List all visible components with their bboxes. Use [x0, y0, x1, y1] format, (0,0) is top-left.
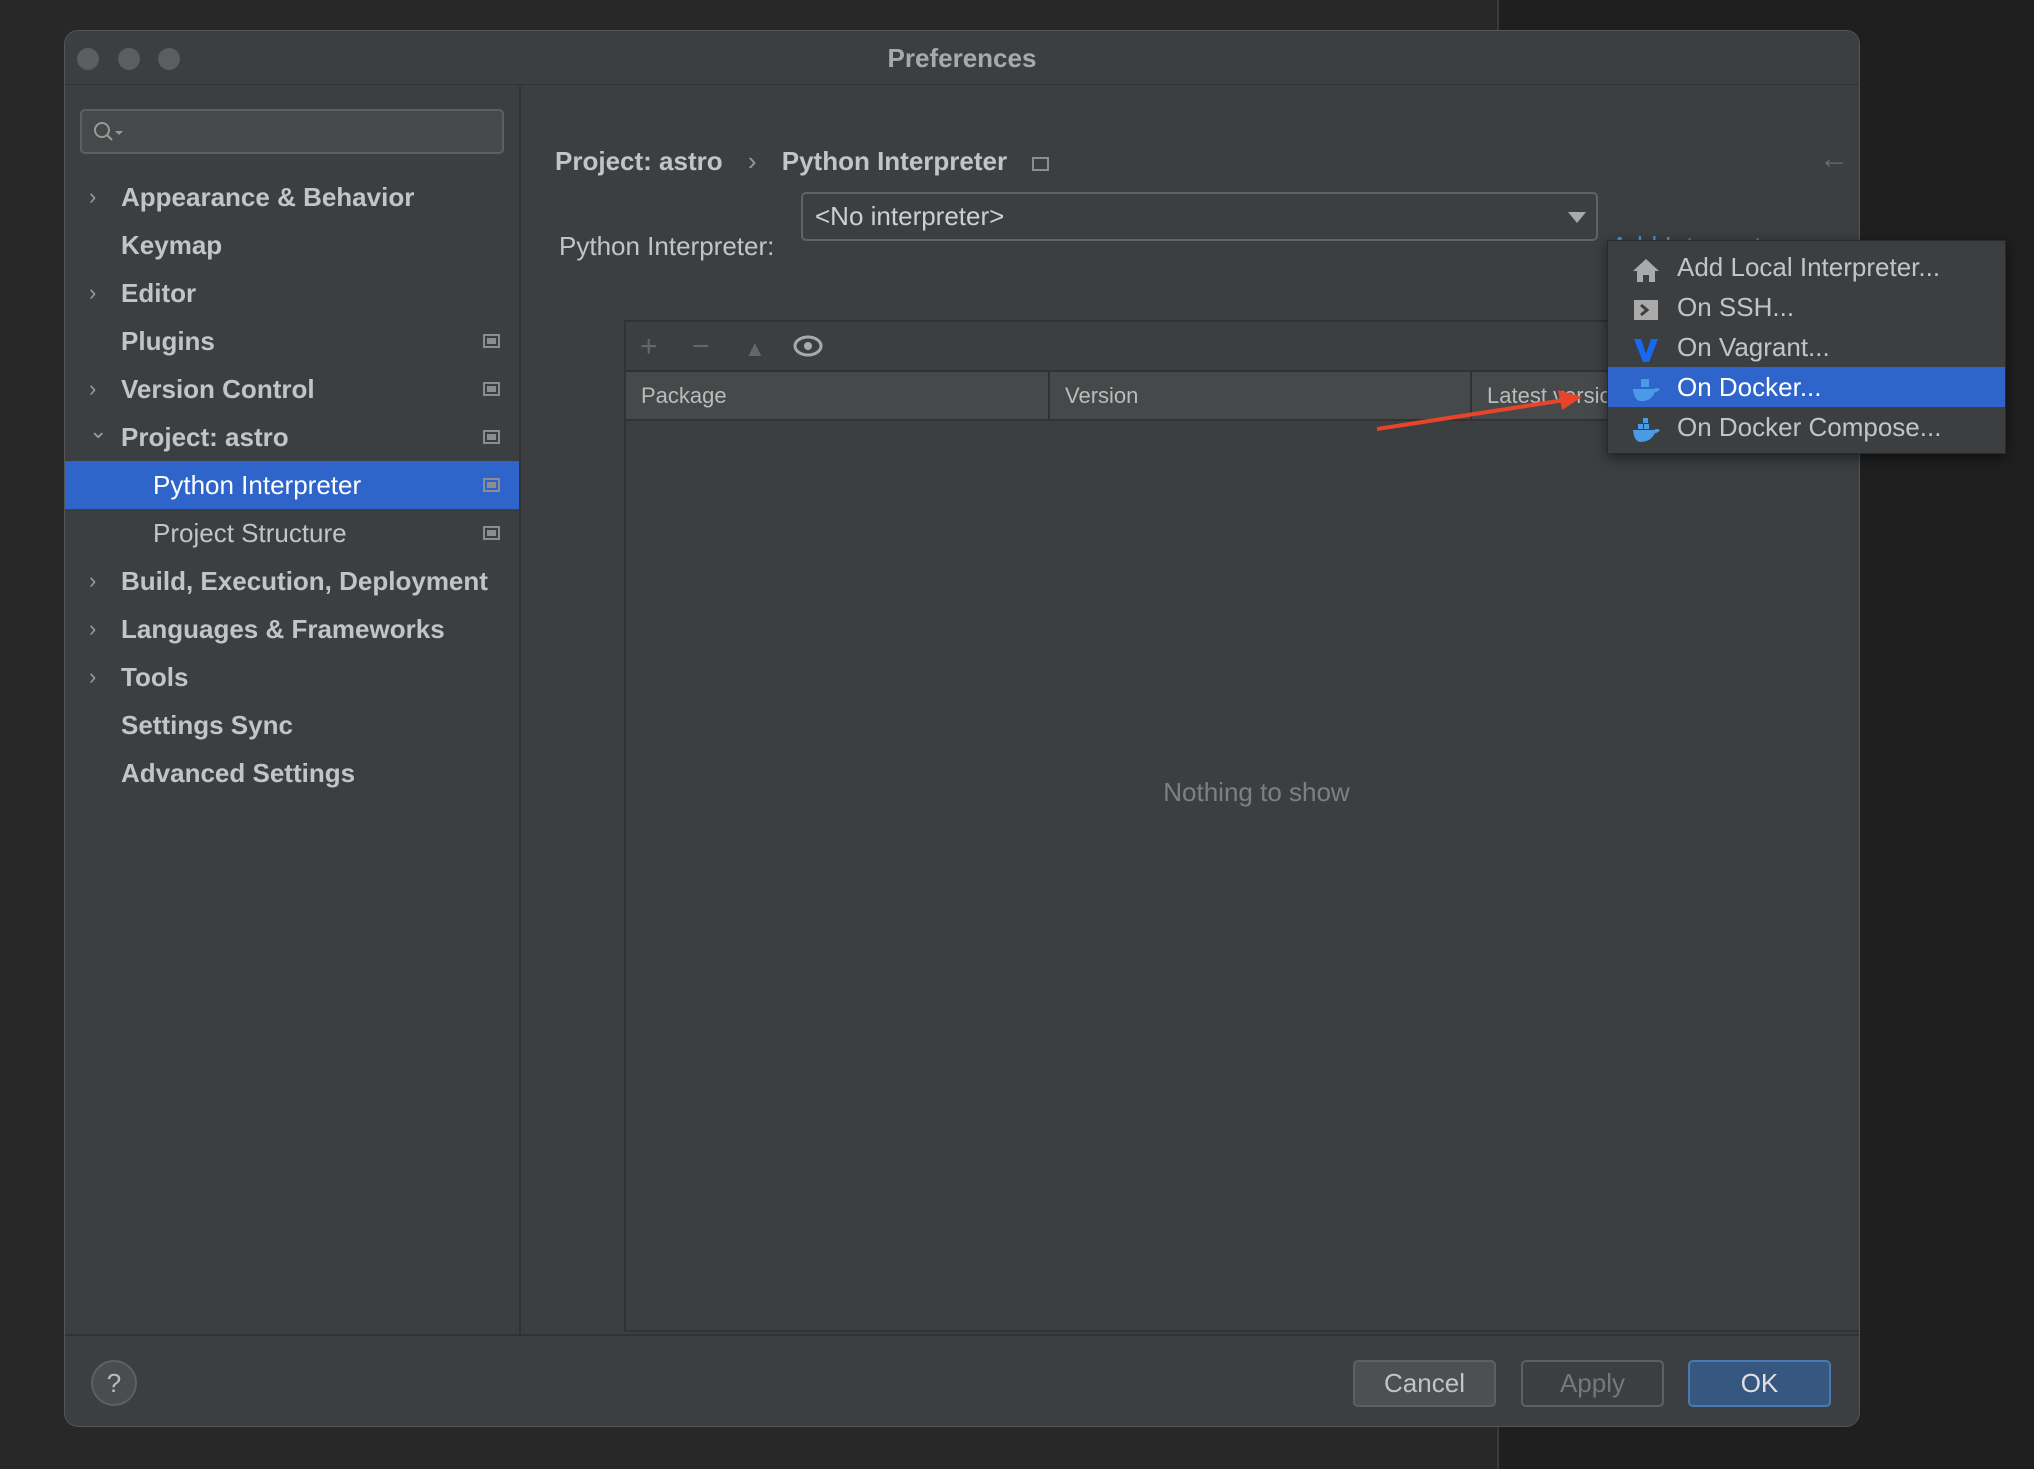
column-package[interactable]: Package: [626, 372, 1050, 419]
sidebar-item-label: Editor: [121, 278, 197, 308]
dialog-footer: ? Cancel Apply OK: [65, 1334, 1859, 1426]
apply-button[interactable]: Apply: [1521, 1360, 1664, 1407]
search-icon: [94, 122, 123, 141]
sidebar-item-label: Project Structure: [153, 518, 347, 548]
chevron-right-icon[interactable]: ›: [89, 173, 96, 221]
preferences-dialog: Preferences › Appearance & Behavior Keymap…: [64, 30, 1860, 1427]
chevron-right-icon[interactable]: ›: [89, 557, 96, 605]
settings-sidebar: › Appearance & Behavior Keymap › Editor Plugi…: [65, 86, 521, 1364]
sidebar-item-label: Keymap: [121, 230, 223, 260]
settings-search-input[interactable]: [80, 109, 504, 154]
interpreter-value: <No interpreter>: [815, 201, 1005, 231]
sidebar-item-editor[interactable]: › Editor: [65, 269, 519, 317]
sidebar-item-project-astro[interactable]: ⌄ Project: astro: [65, 413, 519, 461]
project-scope-icon: [483, 334, 500, 348]
sidebar-item-version-control[interactable]: › Version Control: [65, 365, 519, 413]
chevron-right-icon[interactable]: ›: [89, 365, 96, 413]
window-title: Preferences: [887, 43, 1037, 73]
project-scope-icon: [1032, 157, 1050, 171]
menu-item-label: Add Local Interpreter...: [1677, 252, 1941, 282]
sidebar-item-label: Settings Sync: [121, 710, 293, 740]
column-version[interactable]: Version: [1050, 372, 1472, 419]
sidebar-item-label: Project: astro: [121, 422, 289, 452]
sidebar-item-plugins[interactable]: Plugins: [65, 317, 519, 365]
menu-item-label: On Docker...: [1677, 372, 1822, 402]
project-scope-icon: [483, 526, 500, 540]
empty-state-text: Nothing to show: [1163, 777, 1350, 807]
sidebar-item-tools[interactable]: › Tools: [65, 653, 519, 701]
breadcrumb-current: Python Interpreter: [781, 146, 1008, 176]
sidebar-item-label: Languages & Frameworks: [121, 614, 445, 644]
sidebar-item-keymap[interactable]: Keymap: [65, 221, 519, 269]
help-button[interactable]: ?: [91, 1360, 137, 1406]
packages-table: + − ▲ Package Version Latest version Not…: [624, 320, 1859, 1332]
sidebar-item-languages-frameworks[interactable]: › Languages & Frameworks: [65, 605, 519, 653]
menu-item-on-docker-compose[interactable]: On Docker Compose...: [1608, 407, 2005, 447]
docker-icon: [1632, 374, 1660, 402]
cancel-button[interactable]: Cancel: [1353, 1360, 1496, 1407]
menu-item-label: On Docker Compose...: [1677, 412, 1942, 442]
menu-item-on-docker[interactable]: On Docker...: [1608, 367, 2005, 407]
vagrant-icon: [1632, 334, 1660, 362]
project-scope-icon: [483, 430, 500, 444]
sidebar-item-label: Tools: [121, 662, 189, 692]
home-icon: [1632, 254, 1660, 282]
sidebar-item-appearance-behavior[interactable]: › Appearance & Behavior: [65, 173, 519, 221]
menu-item-on-ssh[interactable]: On SSH...: [1608, 287, 2005, 327]
project-scope-icon: [483, 382, 500, 396]
sidebar-item-project-structure[interactable]: Project Structure: [65, 509, 519, 557]
chevron-right-icon[interactable]: ›: [89, 605, 96, 653]
breadcrumb-parent[interactable]: Project: astro: [555, 146, 723, 176]
breadcrumb: Project: astro › Python Interpreter: [555, 146, 1067, 177]
sidebar-item-python-interpreter[interactable]: Python Interpreter: [65, 461, 519, 509]
terminal-icon: [1632, 294, 1660, 320]
menu-item-label: On Vagrant...: [1677, 332, 1830, 362]
interpreter-select[interactable]: <No interpreter>: [801, 192, 1598, 241]
add-package-icon[interactable]: +: [640, 330, 658, 364]
dropdown-arrow-icon: [1568, 212, 1586, 223]
title-bar: Preferences: [65, 31, 1859, 85]
sidebar-item-label: Build, Execution, Deployment: [121, 566, 488, 596]
menu-item-on-vagrant[interactable]: On Vagrant...: [1608, 327, 2005, 367]
docker-compose-icon: [1632, 414, 1660, 442]
sidebar-item-label: Plugins: [121, 326, 215, 356]
interpreter-label: Python Interpreter:: [559, 231, 775, 261]
sidebar-item-label: Appearance & Behavior: [121, 182, 415, 212]
sidebar-item-build-execution-deployment[interactable]: › Build, Execution, Deployment: [65, 557, 519, 605]
breadcrumb-separator: ›: [747, 146, 757, 176]
ok-button[interactable]: OK: [1688, 1360, 1831, 1407]
chevron-right-icon[interactable]: ›: [89, 269, 96, 317]
menu-item-label: On SSH...: [1677, 292, 1795, 322]
back-arrow-icon[interactable]: ←: [1819, 142, 1849, 176]
sidebar-item-advanced-settings[interactable]: Advanced Settings: [65, 749, 519, 797]
project-scope-icon: [483, 478, 500, 492]
menu-item-add-local-interpreter[interactable]: Add Local Interpreter...: [1608, 247, 2005, 287]
upgrade-package-icon[interactable]: ▲: [744, 336, 766, 362]
show-early-releases-eye-icon[interactable]: [793, 335, 823, 357]
sidebar-item-label: Version Control: [121, 374, 315, 404]
sidebar-item-label: Advanced Settings: [121, 758, 356, 788]
chevron-right-icon[interactable]: ›: [89, 653, 96, 701]
sidebar-item-settings-sync[interactable]: Settings Sync: [65, 701, 519, 749]
add-interpreter-menu: Add Local Interpreter... On SSH... On Vagr…: [1607, 240, 2006, 454]
remove-package-icon[interactable]: −: [692, 330, 710, 364]
sidebar-item-label: Python Interpreter: [153, 470, 362, 500]
chevron-down-icon[interactable]: ⌄: [89, 407, 107, 455]
